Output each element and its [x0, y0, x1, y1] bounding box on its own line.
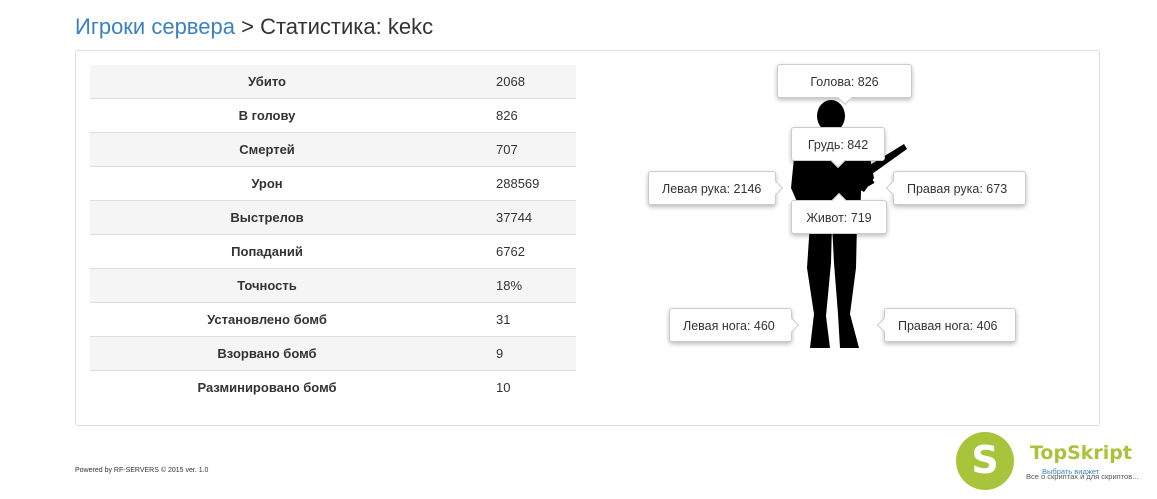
choose-widget-link[interactable]: Выбрать виджет: [1042, 467, 1099, 476]
hitbox-left-leg-tooltip: Левая нога: 460: [669, 308, 792, 342]
stats-table: Убито 2068 В голову 826 Смертей 707 Урон 288…: [90, 65, 576, 404]
table-row: Урон 288569: [90, 166, 576, 201]
stat-value: 31: [444, 302, 576, 337]
breadcrumb-link-players[interactable]: Игроки сервера: [75, 14, 235, 39]
table-row: Выстрелов 37744: [90, 200, 576, 235]
stat-label: Смертей: [90, 132, 444, 167]
stat-value: 10: [444, 370, 576, 404]
table-row: Разминировано бомб 10: [90, 370, 576, 404]
topskript-logo-icon: S: [956, 432, 1014, 490]
breadcrumb-current: Статистика: kekc: [260, 14, 434, 39]
stat-label: Убито: [90, 65, 444, 99]
hitbox-stomach-tooltip: Живот: 719: [791, 200, 887, 234]
hitbox-chest-tooltip: Грудь: 842: [791, 127, 885, 161]
stat-label: Выстрелов: [90, 200, 444, 235]
stats-panel: Убито 2068 В голову 826 Смертей 707 Урон 288…: [75, 50, 1100, 426]
hitbox-head-tooltip: Голова: 826: [777, 64, 912, 98]
stat-label: В голову: [90, 98, 444, 133]
table-row: Точность 18%: [90, 268, 576, 303]
stat-value: 2068: [444, 65, 576, 99]
stat-value: 707: [444, 132, 576, 167]
stat-value: 37744: [444, 200, 576, 235]
stat-value: 826: [444, 98, 576, 133]
footer-text: Powered by RF-SERVERS © 2015 ver. 1.0: [75, 467, 209, 474]
topskript-widget[interactable]: S TopSkript Все о скриптах и для скрипто…: [952, 432, 1152, 496]
hitbox-right-arm-tooltip: Правая рука: 673: [893, 171, 1026, 205]
stat-label: Точность: [90, 268, 444, 303]
table-row: Убито 2068: [90, 65, 576, 99]
stat-label: Установлено бомб: [90, 302, 444, 337]
page-title: Игроки сервера > Статистика: kekc: [75, 14, 433, 40]
table-row: Установлено бомб 31: [90, 302, 576, 337]
table-row: В голову 826: [90, 98, 576, 133]
breadcrumb-separator: >: [241, 14, 254, 39]
hitbox-left-arm-tooltip: Левая рука: 2146: [648, 171, 776, 205]
stat-value: 288569: [444, 166, 576, 201]
stat-value: 18%: [444, 268, 576, 303]
stat-label: Урон: [90, 166, 444, 201]
stat-label: Взорвано бомб: [90, 336, 444, 371]
stat-value: 6762: [444, 234, 576, 269]
table-row: Попаданий 6762: [90, 234, 576, 269]
table-row: Взорвано бомб 9: [90, 336, 576, 371]
topskript-brand: TopSkript: [1030, 442, 1132, 464]
stat-value: 9: [444, 336, 576, 371]
stat-label: Разминировано бомб: [90, 370, 444, 404]
table-row: Смертей 707: [90, 132, 576, 167]
hitbox-right-leg-tooltip: Правая нога: 406: [884, 308, 1016, 342]
stat-label: Попаданий: [90, 234, 444, 269]
